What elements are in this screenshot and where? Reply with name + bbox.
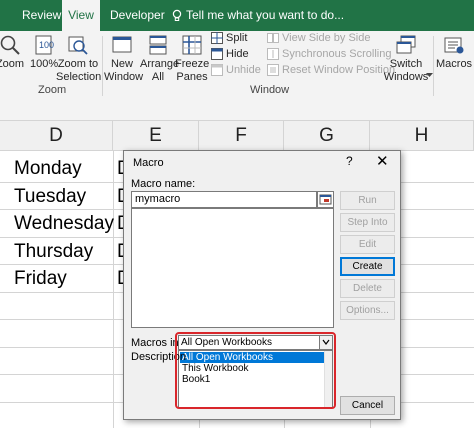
synchronous-scrolling-label: Synchronous Scrolling	[282, 48, 392, 60]
tab-view[interactable]: View	[62, 0, 100, 31]
zoom-100-label: 100%	[30, 58, 59, 70]
svg-text:100: 100	[39, 40, 54, 50]
zoom-100-icon: 100	[35, 35, 54, 55]
collapse-dialog-button[interactable]	[317, 191, 334, 208]
macro-list[interactable]	[131, 208, 334, 328]
cell-d-tuesday[interactable]: Tuesday	[14, 183, 86, 210]
side-by-side-icon	[267, 33, 279, 44]
cell-d-thursday[interactable]: Thursday	[14, 238, 93, 265]
tell-me-search[interactable]: Tell me what you want to do...	[172, 0, 344, 31]
magnifier-icon	[0, 35, 20, 55]
switch-windows-icon	[396, 35, 416, 54]
tab-developer[interactable]: Developer	[110, 0, 165, 31]
column-header-f[interactable]: F	[199, 121, 284, 151]
reset-window-position-button[interactable]: Reset Window Position	[267, 63, 395, 77]
collapse-dialog-icon	[319, 194, 332, 205]
reset-window-icon	[267, 64, 279, 77]
cell-d-monday[interactable]: Monday	[14, 155, 82, 182]
view-side-by-side-label: View Side by Side	[282, 32, 371, 44]
unhide-button[interactable]: Unhide	[211, 63, 261, 77]
column-header-e[interactable]: E	[113, 121, 199, 151]
unhide-icon	[211, 64, 223, 77]
sync-scroll-icon	[267, 48, 279, 61]
arrange-all-button[interactable]: Arrange All	[140, 34, 180, 84]
group-label-window: Window	[250, 84, 290, 96]
zoom-label: Zoom	[0, 58, 25, 70]
step-into-button[interactable]: Step Into	[340, 213, 395, 232]
ribbon-separator	[433, 36, 434, 96]
run-button[interactable]: Run	[340, 191, 395, 210]
zoom-selection-line1: Zoom to	[57, 58, 99, 70]
arrange-all-icon	[149, 35, 167, 55]
grid-line	[113, 151, 114, 428]
tell-me-text: Tell me what you want to do...	[186, 8, 345, 22]
freeze-panes-line1: Freeze	[175, 58, 210, 70]
zoom-button[interactable]: Zoom	[0, 34, 26, 71]
chevron-down-icon	[426, 73, 433, 77]
cancel-button[interactable]: Cancel	[340, 396, 395, 415]
new-window-icon	[112, 36, 132, 53]
new-window-button[interactable]: New Window	[104, 34, 144, 84]
delete-button[interactable]: Delete	[340, 279, 395, 298]
unhide-label: Unhide	[226, 64, 261, 76]
zoom-selection-icon	[68, 36, 88, 55]
help-button[interactable]: ?	[346, 154, 353, 168]
excel-window: Review View Developer Tell me what you w…	[0, 0, 474, 428]
hide-icon	[211, 48, 223, 61]
arrange-all-line1: Arrange	[140, 58, 180, 70]
hide-label: Hide	[226, 48, 249, 60]
zoom-selection-line2: Selection	[56, 71, 102, 83]
macros-icon	[444, 37, 464, 54]
freeze-panes-icon	[182, 35, 202, 55]
synchronous-scrolling-button[interactable]: Synchronous Scrolling	[267, 47, 391, 61]
split-button[interactable]: Split	[211, 31, 247, 45]
column-header-h[interactable]: H	[370, 121, 474, 151]
switch-windows-button[interactable]: Switch Windows	[382, 34, 433, 84]
hide-button[interactable]: Hide	[211, 47, 249, 61]
close-button[interactable]: ✕	[376, 152, 389, 170]
split-icon	[211, 32, 223, 45]
highlight-box	[175, 332, 336, 409]
column-header-g[interactable]: G	[284, 121, 370, 151]
new-window-line2: Window	[104, 71, 144, 83]
split-label: Split	[226, 32, 248, 44]
switch-windows-line1: Switch	[389, 58, 423, 70]
macros-button[interactable]: Macros	[436, 34, 472, 71]
macros-label: Macros	[436, 58, 473, 70]
ribbon-separator	[102, 36, 103, 96]
cell-d-wednesday[interactable]: Wednesday	[14, 210, 114, 237]
create-button[interactable]: Create	[340, 257, 395, 276]
edit-button[interactable]: Edit	[340, 235, 395, 254]
freeze-panes-line2: Panes	[176, 71, 208, 83]
options-button[interactable]: Options...	[340, 301, 395, 320]
view-side-by-side-button[interactable]: View Side by Side	[267, 31, 370, 45]
zoom-100-button[interactable]: 100 100%	[30, 34, 58, 71]
macro-name-input[interactable]: mymacro	[131, 191, 317, 208]
ribbon-footer	[0, 99, 474, 121]
ribbon-tab-bar: Review View Developer Tell me what you w…	[0, 0, 474, 31]
group-label-zoom: Zoom	[38, 84, 67, 96]
arrange-all-line2: All	[151, 71, 165, 83]
dialog-title: Macro	[133, 157, 164, 169]
switch-windows-line2: Windows	[383, 71, 429, 83]
tab-review[interactable]: Review	[22, 0, 61, 31]
zoom-to-selection-button[interactable]: Zoom to Selection	[56, 34, 102, 84]
column-header-d[interactable]: D	[0, 121, 113, 151]
cell-d-friday[interactable]: Friday	[14, 265, 67, 292]
reset-window-position-label: Reset Window Position	[282, 64, 396, 76]
new-window-line1: New	[110, 58, 133, 70]
lightbulb-icon	[172, 10, 182, 22]
macro-name-label: Macro name:	[131, 178, 196, 190]
freeze-panes-button[interactable]: Freeze Panes	[175, 34, 209, 84]
